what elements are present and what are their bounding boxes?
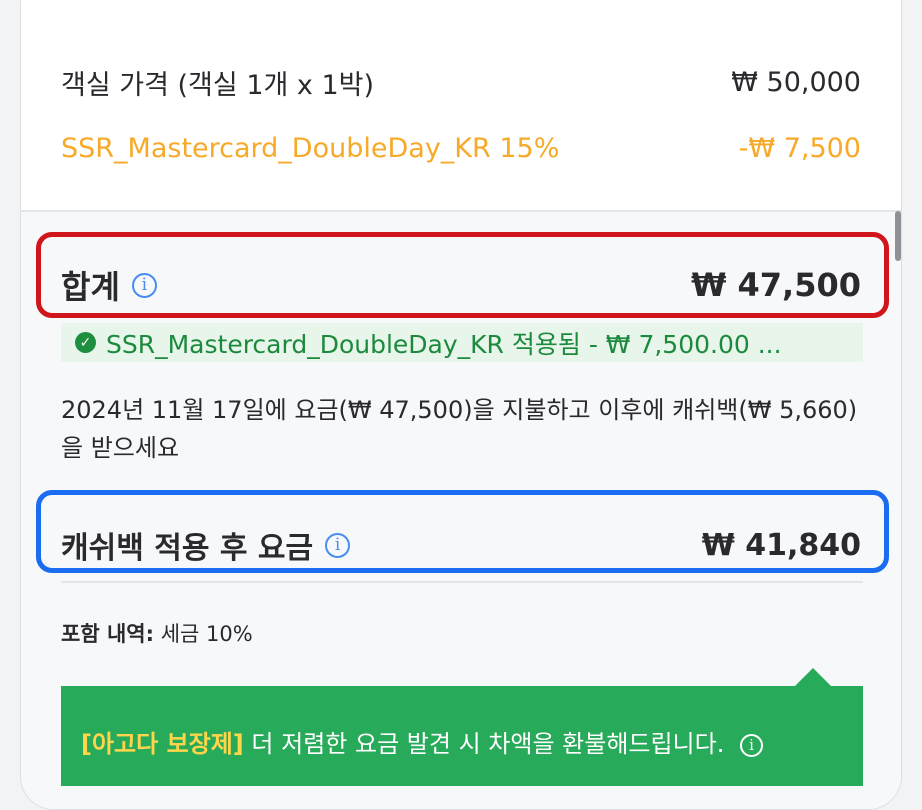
tooltip-arrow — [795, 668, 831, 686]
scrollbar[interactable] — [895, 211, 901, 261]
cashback-label: 캐쉬백 적용 후 요금 — [61, 531, 314, 566]
promo-applied-banner[interactable]: ✓ SSR_Mastercard_DoubleDay_KR 적용됨 - ₩ 7,… — [61, 323, 863, 362]
includes-label: 포함 내역: — [61, 622, 154, 646]
includes-row: 포함 내역: 세금 10% — [61, 618, 253, 648]
room-price-value: ₩ 50,000 — [731, 67, 861, 98]
cashback-value: ₩ 41,840 — [701, 527, 861, 563]
includes-value: 세금 10% — [160, 622, 253, 646]
total-row: 합계 i ₩ 47,500 — [61, 262, 861, 308]
check-circle-icon: ✓ — [75, 332, 96, 353]
total-label-group: 합계 i — [61, 262, 157, 308]
room-price-row: 객실 가격 (객실 1개 x 1박) ₩ 50,000 — [61, 63, 861, 102]
guarantee-text: 더 저렴한 요금 발견 시 차액을 환불해드립니다. — [251, 730, 725, 758]
room-price-label: 객실 가격 (객실 1개 x 1박) — [61, 70, 375, 101]
cashback-price-row: 캐쉬백 적용 후 요금 i ₩ 41,840 — [61, 523, 861, 567]
promo-applied-text: SSR_Mastercard_DoubleDay_KR 적용됨 - ₩ 7,50… — [106, 329, 782, 359]
price-details-section — [21, 0, 901, 212]
promo-discount-row: SSR_Mastercard_DoubleDay_KR 15% -₩ 7,500 — [61, 133, 861, 164]
guarantee-title: [아고다 보장제] — [81, 730, 244, 758]
price-guarantee-banner[interactable]: [아고다 보장제] 더 저렴한 요금 발견 시 차액을 환불해드립니다. i — [61, 686, 863, 786]
info-icon[interactable]: i — [325, 532, 351, 558]
promo-value: -₩ 7,500 — [738, 133, 861, 164]
price-breakdown-card: 객실 가격 (객실 1개 x 1박) ₩ 50,000 SSR_Masterca… — [20, 0, 902, 810]
divider — [61, 581, 863, 583]
total-label: 합계 — [61, 268, 120, 306]
payment-cashback-note: 2024년 11월 17일에 요금(₩ 47,500)을 지불하고 이후에 캐쉬… — [61, 396, 858, 462]
promo-label: SSR_Mastercard_DoubleDay_KR 15% — [61, 133, 560, 164]
cashback-label-group: 캐쉬백 적용 후 요금 i — [61, 523, 351, 567]
info-icon[interactable]: i — [739, 733, 763, 757]
info-icon[interactable]: i — [131, 272, 157, 298]
total-value: ₩ 47,500 — [691, 266, 861, 304]
